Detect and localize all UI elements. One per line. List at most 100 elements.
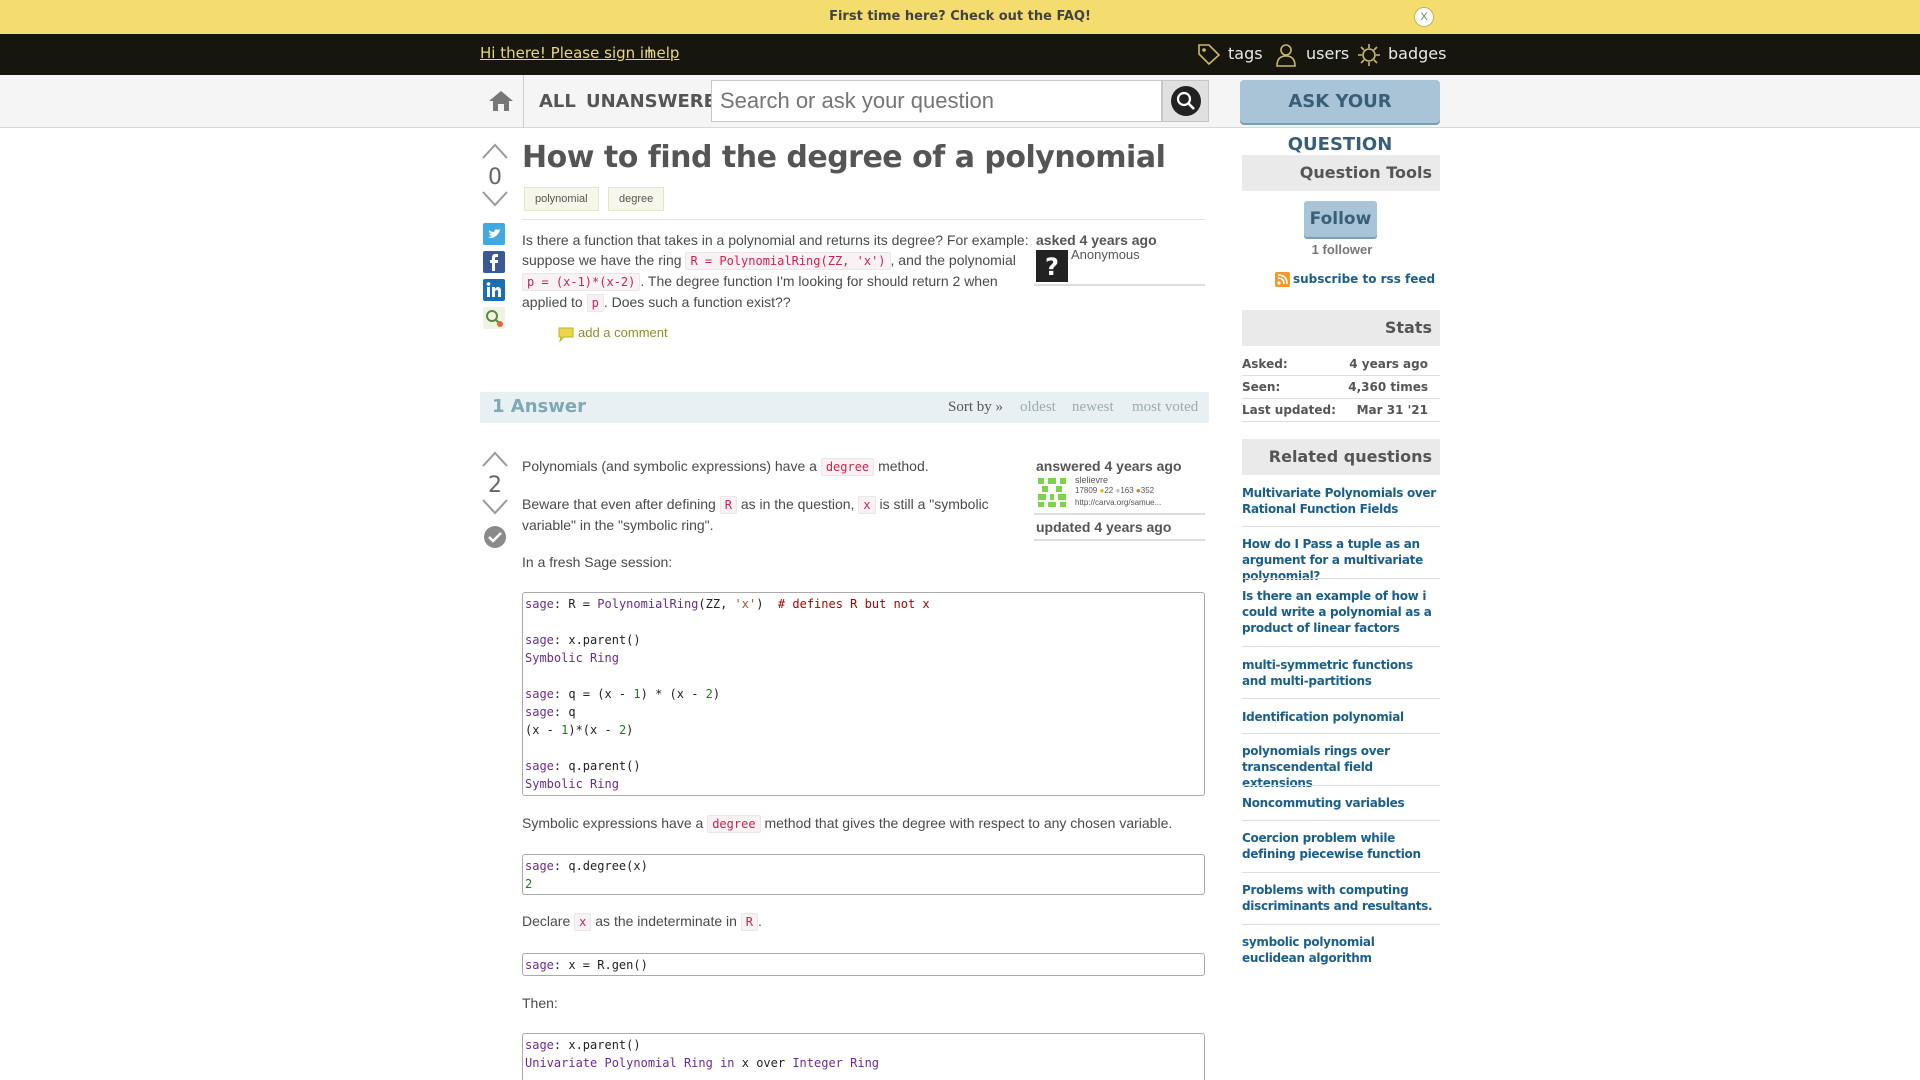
divider xyxy=(1242,578,1440,579)
related-question-link[interactable]: Multivariate Polynomials over Rational F… xyxy=(1242,485,1440,517)
linkedin-share-button[interactable] xyxy=(483,279,505,301)
stat-asked: Asked: 4 years ago xyxy=(1242,354,1440,376)
answer-text: Declare xyxy=(522,913,571,929)
scope-unanswered[interactable]: UNANSWERED xyxy=(586,91,731,112)
answer-text: method that gives the degree with respec… xyxy=(764,815,1173,831)
search-input[interactable] xyxy=(711,80,1162,122)
twitter-share-button[interactable] xyxy=(483,223,505,245)
nav-tags[interactable]: tags xyxy=(1196,40,1268,68)
related-question-link[interactable]: Coercion problem while defining piecewis… xyxy=(1242,830,1440,862)
asked-info: asked 4 years ago ? Anonymous xyxy=(1036,232,1206,282)
ask-question-button[interactable]: ASK YOUR QUESTION xyxy=(1240,80,1440,155)
related-question-link[interactable]: symbolic polynomial euclidean algorithm xyxy=(1242,934,1440,966)
user-avatar[interactable] xyxy=(1036,476,1068,508)
faq-message[interactable]: First time here? Check out the FAQ! xyxy=(829,9,1091,24)
sort-newest[interactable]: newest xyxy=(1072,399,1114,416)
rss-label: subscribe to rss feed xyxy=(1293,272,1436,286)
related-question-link[interactable]: multi-symmetric functions and multi-part… xyxy=(1242,657,1440,689)
silver-badges: 163 xyxy=(1120,486,1134,495)
sort-most-voted[interactable]: most voted xyxy=(1132,399,1198,416)
nav-badges-label: badges xyxy=(1388,44,1447,63)
rss-icon xyxy=(1275,272,1290,287)
related-question-link[interactable]: Problems with computing discriminants an… xyxy=(1242,882,1440,914)
upvote-icon[interactable] xyxy=(481,142,509,160)
inline-code: x xyxy=(858,496,876,514)
answer-user-name[interactable]: slelievre xyxy=(1075,475,1108,485)
notification-bar: First time here? Check out the FAQ! X xyxy=(0,0,1920,34)
downvote-icon[interactable] xyxy=(481,498,509,516)
updated-time: updated 4 years ago xyxy=(1036,519,1172,535)
related-questions-header: Related questions xyxy=(1242,439,1440,475)
divider xyxy=(522,219,1205,220)
answer-paragraph: Then: xyxy=(522,995,558,1011)
answered-time: answered 4 years ago xyxy=(1036,458,1182,474)
answer-text: method. xyxy=(878,458,929,474)
home-button[interactable] xyxy=(480,75,524,128)
comment-icon xyxy=(558,327,574,342)
search-icon xyxy=(1171,86,1201,116)
divider xyxy=(1034,513,1205,515)
question-vote-count: 0 xyxy=(488,165,502,190)
related-question-link[interactable]: Is there an example of how i could write… xyxy=(1242,588,1440,636)
anonymous-avatar[interactable]: ? xyxy=(1036,250,1068,282)
stat-label: Asked: xyxy=(1242,357,1288,371)
question-vote-column: 0 xyxy=(480,142,510,213)
divider xyxy=(1034,284,1205,286)
answer-text: Symbolic expressions have a xyxy=(522,815,704,831)
sort-oldest[interactable]: oldest xyxy=(1020,399,1056,416)
stat-value: 4,360 times xyxy=(1348,380,1428,394)
answer-text: as in the question, xyxy=(740,496,855,512)
answer-vote-column: 2 xyxy=(480,450,510,549)
sign-in-link[interactable]: Hi there! Please sign in xyxy=(480,44,654,62)
related-question-link[interactable]: Identification polynomial xyxy=(1242,709,1440,725)
linkedin-icon xyxy=(483,279,505,301)
magnifier-share-icon xyxy=(483,307,505,329)
answer-paragraph: Polynomials (and symbolic expressions) h… xyxy=(522,456,1022,477)
scope-all[interactable]: ALL xyxy=(539,91,576,112)
related-question-link[interactable]: polynomials rings over transcendental fi… xyxy=(1242,743,1440,791)
stat-value: 4 years ago xyxy=(1349,357,1428,371)
help-link[interactable]: help xyxy=(647,44,679,62)
upvote-icon[interactable] xyxy=(481,450,509,468)
tag-polynomial[interactable]: polynomial xyxy=(524,187,599,211)
accepted-answer-icon[interactable] xyxy=(483,525,507,549)
stat-value: Mar 31 '21 xyxy=(1356,403,1428,417)
search-button[interactable] xyxy=(1162,80,1209,122)
related-question-link[interactable]: Noncommuting variables xyxy=(1242,795,1440,811)
question-text: , and the polynomial xyxy=(890,252,1016,268)
answer-text: Polynomials (and symbolic expressions) h… xyxy=(522,458,817,474)
user-url[interactable]: http://carva.org/samue... xyxy=(1075,498,1161,507)
asked-time: asked 4 years ago xyxy=(1036,232,1157,248)
answers-header: 1 Answer Sort by » oldest newest most vo… xyxy=(480,392,1209,423)
nav-badges[interactable]: badges xyxy=(1356,40,1446,68)
divider xyxy=(1242,872,1440,873)
facebook-share-button[interactable] xyxy=(483,251,505,273)
inline-code: x xyxy=(574,913,592,931)
answer-text: . xyxy=(758,913,762,929)
answer-paragraph: In a fresh Sage session: xyxy=(522,554,673,570)
user-reputation: 17809 ●22 ●163 ●352 xyxy=(1075,486,1155,495)
code-block: sage: q.degree(x) 2 xyxy=(522,854,1205,895)
home-icon xyxy=(489,91,513,111)
inline-code: p xyxy=(586,294,604,312)
stat-seen: Seen: 4,360 times xyxy=(1242,377,1440,399)
svg-text:?: ? xyxy=(1045,253,1059,281)
close-notification-button[interactable]: X xyxy=(1414,7,1434,27)
nav-users[interactable]: users xyxy=(1274,40,1350,68)
stats-header: Stats xyxy=(1242,310,1440,346)
follower-count: 1 follower xyxy=(1311,242,1373,257)
tag-degree[interactable]: degree xyxy=(608,187,665,211)
facebook-icon xyxy=(483,251,505,273)
add-comment-label: add a comment xyxy=(578,325,668,340)
answer-vote-count: 2 xyxy=(488,473,502,498)
author-name[interactable]: Anonymous xyxy=(1071,247,1140,262)
follow-button[interactable]: Follow xyxy=(1304,201,1377,237)
inline-code: degree xyxy=(820,458,875,476)
divider xyxy=(1242,785,1440,786)
downvote-icon[interactable] xyxy=(481,190,509,208)
related-question-link[interactable]: How do I Pass a tuple as an argument for… xyxy=(1242,536,1440,584)
divider xyxy=(1242,698,1440,699)
user-icon xyxy=(1276,44,1296,67)
followup-share-button[interactable] xyxy=(483,307,505,329)
twitter-icon xyxy=(483,223,505,245)
